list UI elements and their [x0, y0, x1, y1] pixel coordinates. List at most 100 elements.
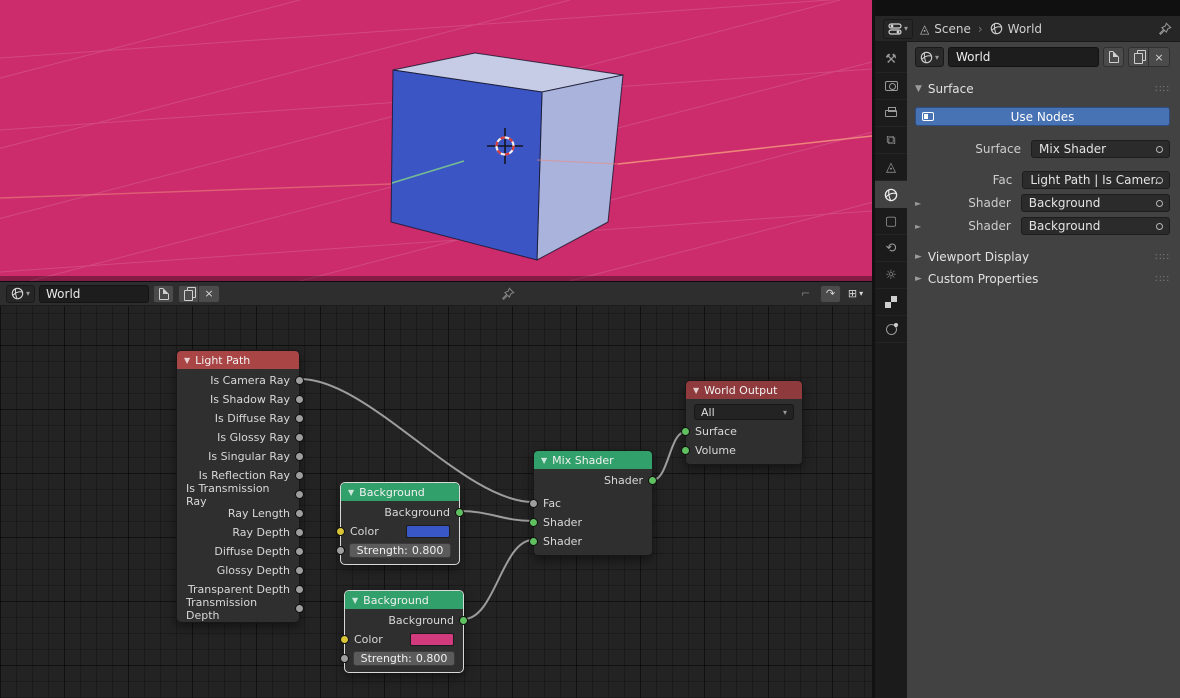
- output-socket[interactable]: [295, 490, 304, 499]
- default-cube[interactable]: [391, 53, 623, 260]
- viewport-display-panel-header[interactable]: ► Viewport Display ∷∷: [915, 249, 1170, 265]
- duplicate-id-button[interactable]: [178, 285, 199, 303]
- chevron-down-icon: ▾: [935, 53, 939, 62]
- strength-slider[interactable]: Strength:0.800: [353, 651, 455, 666]
- editor-type-selector[interactable]: ▾: [883, 19, 913, 39]
- custom-properties-panel-header[interactable]: ► Custom Properties ∷∷: [915, 271, 1170, 287]
- fac-value-field[interactable]: Light Path | Is Camer..: [1022, 171, 1170, 189]
- output-socket[interactable]: [295, 547, 304, 556]
- expand-arrow-icon[interactable]: ►: [915, 199, 929, 208]
- output-socket[interactable]: [295, 566, 304, 575]
- color-input-socket[interactable]: [340, 635, 349, 644]
- new-id-button[interactable]: [153, 285, 174, 303]
- socket-row: Ray Depth: [177, 523, 299, 542]
- tab-world[interactable]: [875, 181, 907, 208]
- breadcrumb-scene[interactable]: ◬ Scene: [920, 22, 971, 36]
- output-socket[interactable]: [295, 604, 304, 613]
- output-socket[interactable]: [455, 508, 464, 517]
- tab-scene[interactable]: ◬: [875, 154, 907, 181]
- tab-object-data[interactable]: ☼: [875, 262, 907, 289]
- unlink-id-button[interactable]: ×: [199, 285, 220, 303]
- output-socket[interactable]: [295, 452, 304, 461]
- collapse-icon[interactable]: ▼: [541, 456, 547, 465]
- output-socket[interactable]: [295, 414, 304, 423]
- pin-icon[interactable]: [501, 287, 515, 301]
- unlink-id-button[interactable]: ×: [1149, 47, 1170, 67]
- world-name-field[interactable]: World: [39, 285, 149, 303]
- shader-value-field[interactable]: Background: [1021, 194, 1170, 212]
- node-header[interactable]: ▼ Background: [341, 483, 459, 501]
- surface-input-socket[interactable]: [681, 427, 690, 436]
- panel-grip-icon[interactable]: ∷∷: [1155, 84, 1170, 95]
- socket-decorator-icon[interactable]: [1156, 223, 1163, 230]
- surface-panel-header[interactable]: ▼ Surface ∷∷: [915, 81, 1170, 97]
- strength-input-socket[interactable]: [340, 654, 349, 663]
- duplicate-id-button[interactable]: [1128, 47, 1149, 67]
- 3d-viewport[interactable]: [0, 0, 872, 281]
- node-background-bottom[interactable]: ▼ Background Background Color Strength:0…: [344, 590, 464, 673]
- pin-icon[interactable]: [1158, 22, 1172, 36]
- shader-node-editor[interactable]: ▾ World × ⌐ ↷ ⊞▾ ▼ Li: [0, 281, 872, 698]
- tab-texture[interactable]: [875, 289, 907, 316]
- strength-slider[interactable]: Strength:0.800: [349, 543, 451, 558]
- output-socket[interactable]: [295, 509, 304, 518]
- socket-decorator-icon[interactable]: [1156, 177, 1163, 184]
- tab-constraints[interactable]: ⟲: [875, 235, 907, 262]
- tab-object[interactable]: ▢: [875, 208, 907, 235]
- node-background-top[interactable]: ▼ Background Background Color Strength:0…: [340, 482, 460, 565]
- tab-render[interactable]: [875, 73, 907, 100]
- node-title: World Output: [704, 384, 777, 397]
- world-name-field[interactable]: World: [948, 47, 1099, 67]
- fac-input-socket[interactable]: [529, 499, 538, 508]
- overlays-toggle[interactable]: ⊞▾: [845, 285, 866, 303]
- output-socket[interactable]: [295, 585, 304, 594]
- world-id-selector[interactable]: ▾: [6, 285, 35, 303]
- collapse-icon[interactable]: ▼: [184, 356, 190, 365]
- world-id-block: ▾ World ×: [915, 47, 1170, 67]
- tab-physics[interactable]: [875, 316, 907, 343]
- shader-value-field[interactable]: Background: [1021, 217, 1170, 235]
- node-mix-shader[interactable]: ▼ Mix Shader Shader Fac Shader Shader: [533, 450, 653, 556]
- node-header[interactable]: ▼ Light Path: [177, 351, 299, 369]
- socket-decorator-icon[interactable]: [1156, 200, 1163, 207]
- panel-grip-icon[interactable]: ∷∷: [1155, 252, 1170, 263]
- node-header[interactable]: ▼ Background: [345, 591, 463, 609]
- output-socket[interactable]: [295, 433, 304, 442]
- socket-decorator-icon[interactable]: [1156, 146, 1163, 153]
- collapse-icon[interactable]: ▼: [693, 386, 699, 395]
- shader-input-socket[interactable]: [529, 537, 538, 546]
- new-id-button[interactable]: [1103, 47, 1124, 67]
- node-header[interactable]: ▼ World Output: [686, 381, 802, 399]
- tab-view-layer[interactable]: ⧉: [875, 127, 907, 154]
- surface-value-field[interactable]: Mix Shader: [1031, 140, 1170, 158]
- strength-input-socket[interactable]: [336, 546, 345, 555]
- output-socket[interactable]: [295, 471, 304, 480]
- node-light-path[interactable]: ▼ Light Path Is Camera Ray Is Shadow Ray…: [176, 350, 300, 623]
- shader-row-2: ► Shader Background: [915, 217, 1170, 235]
- output-socket[interactable]: [295, 376, 304, 385]
- tab-output[interactable]: [875, 100, 907, 127]
- color-swatch[interactable]: [410, 633, 454, 646]
- output-socket[interactable]: [648, 476, 657, 485]
- tab-tool[interactable]: ⚒: [875, 46, 907, 73]
- color-swatch[interactable]: [406, 525, 450, 538]
- node-world-output[interactable]: ▼ World Output All ▾ Surface Volume: [685, 380, 803, 465]
- breadcrumb-world[interactable]: World: [990, 22, 1042, 36]
- output-socket[interactable]: [295, 395, 304, 404]
- output-target-dropdown[interactable]: All ▾: [694, 404, 794, 420]
- world-id-selector[interactable]: ▾: [915, 47, 944, 67]
- go-to-parent-button[interactable]: ⌐: [795, 285, 816, 303]
- output-socket[interactable]: [295, 528, 304, 537]
- output-socket[interactable]: [459, 616, 468, 625]
- snapping-toggle[interactable]: ↷: [820, 285, 841, 303]
- world-icon: [990, 22, 1003, 35]
- use-nodes-button[interactable]: Use Nodes: [915, 107, 1170, 126]
- panel-grip-icon[interactable]: ∷∷: [1155, 274, 1170, 285]
- collapse-icon[interactable]: ▼: [352, 596, 358, 605]
- volume-input-socket[interactable]: [681, 446, 690, 455]
- node-header[interactable]: ▼ Mix Shader: [534, 451, 652, 469]
- shader-input-socket[interactable]: [529, 518, 538, 527]
- collapse-icon[interactable]: ▼: [348, 488, 354, 497]
- color-input-socket[interactable]: [336, 527, 345, 536]
- expand-arrow-icon[interactable]: ►: [915, 222, 929, 231]
